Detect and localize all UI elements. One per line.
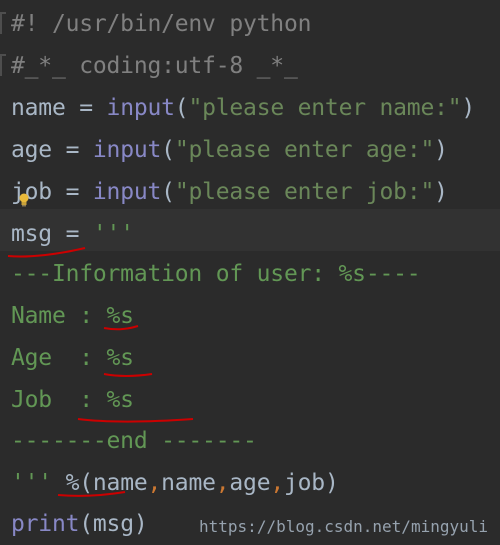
- builtin-input: input: [106, 95, 175, 121]
- code-line-10[interactable]: Job : %s: [11, 379, 134, 421]
- builtin-input: input: [92, 137, 162, 163]
- paren-close: ): [461, 95, 476, 121]
- arg-name: name: [92, 470, 148, 496]
- variable-name: name: [11, 95, 66, 121]
- paren-open: (: [161, 179, 175, 205]
- code-line-2[interactable]: #_*_ coding:utf-8 _*_: [11, 45, 298, 87]
- code-line-12[interactable]: ''' %(name,name,age,job): [11, 462, 339, 504]
- string-literal: "please enter name:": [188, 95, 462, 121]
- code-line-11[interactable]: -------end -------: [11, 420, 257, 462]
- code-line-3[interactable]: name = input("please enter name:"): [11, 87, 475, 129]
- code-line-9[interactable]: Age : %s: [11, 337, 134, 379]
- builtin-input: input: [92, 179, 162, 205]
- code-line-13[interactable]: print(msg): [11, 503, 148, 545]
- string-literal: "please enter age:": [174, 137, 435, 163]
- assign-operator: =: [51, 221, 93, 247]
- fold-marker[interactable]: [0, 12, 6, 34]
- triple-quote-close: ''': [11, 470, 52, 496]
- code-line-1[interactable]: #! /usr/bin/env python: [11, 3, 311, 45]
- code-line-8[interactable]: Name : %s: [11, 295, 134, 337]
- code-editor[interactable]: #! /usr/bin/env python #_*_ coding:utf-8…: [0, 0, 500, 544]
- assign-operator: =: [51, 179, 93, 205]
- triple-quote-open: ''': [92, 221, 134, 247]
- code-line-7[interactable]: ---Information of user: %s----: [11, 253, 421, 295]
- string-literal: "please enter job:": [174, 179, 435, 205]
- lightbulb-icon[interactable]: [18, 193, 30, 207]
- paren-close: ): [434, 137, 448, 163]
- arg-age: age: [229, 470, 271, 496]
- variable-msg: msg: [11, 221, 52, 247]
- assign-operator: =: [51, 137, 93, 163]
- code-line-5[interactable]: job = input("please enter job:"): [11, 171, 448, 213]
- comma: ,: [147, 470, 162, 496]
- fold-marker[interactable]: [0, 54, 6, 76]
- paren-open: (: [161, 137, 175, 163]
- variable-name: age: [11, 137, 52, 163]
- print-args: (msg): [79, 511, 148, 537]
- builtin-print: print: [11, 511, 80, 537]
- arg-name: name: [161, 470, 216, 496]
- watermark-url: https://blog.csdn.net/mingyuli: [199, 517, 488, 536]
- assign-operator: =: [65, 95, 107, 121]
- comma: ,: [215, 470, 230, 496]
- code-line-4[interactable]: age = input("please enter age:"): [11, 129, 448, 171]
- code-line-6[interactable]: msg = ''': [11, 213, 134, 255]
- arg-job: job: [284, 470, 325, 496]
- format-operator: %(: [51, 470, 94, 496]
- paren-close: ): [434, 179, 448, 205]
- paren-open: (: [174, 95, 189, 121]
- comma: ,: [270, 470, 285, 496]
- paren-close: ): [324, 470, 339, 496]
